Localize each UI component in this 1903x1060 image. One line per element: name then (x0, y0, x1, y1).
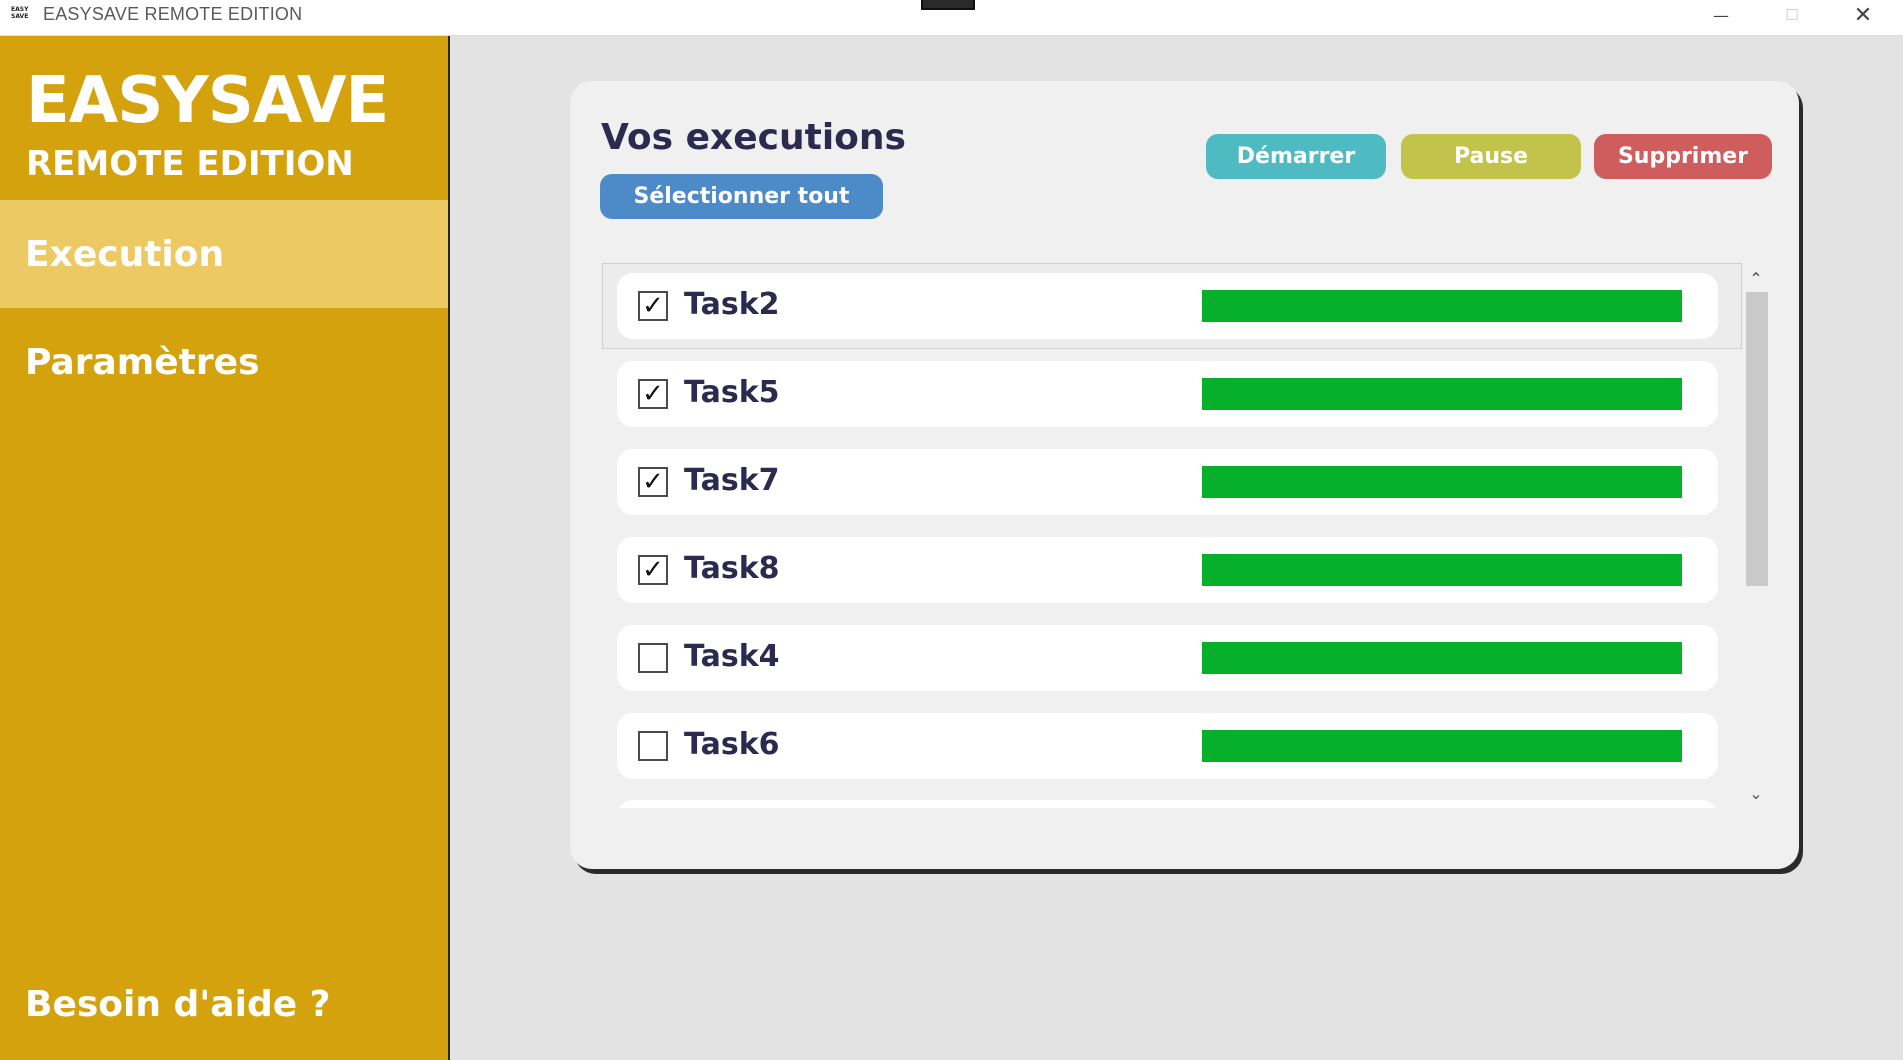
task-progress-fill (1202, 290, 1682, 322)
task-checkbox[interactable]: ✓ (638, 555, 668, 585)
maximize-icon: ☐ (1785, 6, 1799, 24)
logo-line-2: SAVE (11, 13, 29, 20)
task-progress-fill (1202, 554, 1682, 586)
window-titlebar: EASY SAVE EASYSAVE REMOTE EDITION — ☐ ✕ (0, 0, 1903, 36)
minimize-icon: — (1713, 5, 1729, 25)
sidebar-item-execution[interactable]: Execution (0, 200, 448, 308)
task-row[interactable]: Task6 (617, 713, 1718, 779)
sidebar-item-label: Paramètres (25, 341, 260, 383)
task-name: Task8 (684, 551, 780, 586)
sidebar-item-parametres[interactable]: Paramètres (0, 308, 448, 416)
scroll-down-icon[interactable]: ⌄ (1744, 781, 1768, 805)
task-name: Task5 (684, 375, 780, 410)
sidebar-item-label: Execution (25, 233, 225, 275)
delete-button[interactable]: Supprimer (1594, 134, 1772, 179)
task-checkbox[interactable]: ✓ (638, 379, 668, 409)
task-progress-bar (1202, 730, 1682, 762)
help-link[interactable]: Besoin d'aide ? (25, 984, 331, 1025)
task-progress-bar (1202, 290, 1682, 322)
task-progress-fill (1202, 466, 1682, 498)
scroll-thumb[interactable] (1746, 292, 1768, 586)
checkmark-icon: ✓ (642, 291, 664, 321)
brand-subtitle: REMOTE EDITION (26, 144, 354, 184)
task-name: Task7 (684, 463, 780, 498)
select-all-button[interactable]: Sélectionner tout (600, 174, 883, 219)
task-name: Task4 (684, 639, 780, 674)
maximize-button[interactable]: ☐ (1757, 0, 1827, 30)
task-row[interactable]: ✓ Task7 (617, 449, 1718, 515)
task-row[interactable]: Task4 (617, 625, 1718, 691)
pause-button[interactable]: Pause (1401, 134, 1581, 179)
start-button[interactable]: Démarrer (1206, 134, 1386, 179)
executions-card: Vos executions Sélectionner tout Démarre… (570, 81, 1799, 869)
page-title: Vos executions (601, 117, 906, 158)
task-progress-bar (1202, 466, 1682, 498)
task-checkbox[interactable]: ✓ (638, 467, 668, 497)
task-list: ✓ Task2 ✓ Task5 ✓ Task7 ✓ Task8 Task4 Task6 (602, 263, 1766, 808)
checkmark-icon: ✓ (642, 379, 664, 409)
sidebar: EASYSAVE REMOTE EDITION Execution Paramè… (0, 36, 450, 1060)
close-button[interactable]: ✕ (1828, 0, 1898, 30)
scroll-up-icon[interactable]: ⌃ (1744, 266, 1768, 290)
task-row[interactable]: ✓ Task5 (617, 361, 1718, 427)
task-row[interactable]: ✓ Task8 (617, 537, 1718, 603)
task-checkbox[interactable]: ✓ (638, 291, 668, 321)
partial-task-row (617, 800, 1718, 808)
main-content: Vos executions Sélectionner tout Démarre… (450, 36, 1903, 1060)
checkmark-icon: ✓ (642, 555, 664, 585)
brand-title: EASYSAVE (26, 64, 389, 138)
task-progress-fill (1202, 378, 1682, 410)
window-title: EASYSAVE REMOTE EDITION (43, 4, 303, 24)
task-progress-bar (1202, 642, 1682, 674)
checkmark-icon: ✓ (642, 467, 664, 497)
camera-notch (921, 0, 975, 10)
task-progress-bar (1202, 554, 1682, 586)
task-list-scrollbar[interactable]: ⌃ ⌄ (1744, 263, 1768, 808)
task-name: Task2 (684, 287, 780, 322)
close-icon: ✕ (1853, 2, 1873, 28)
task-progress-fill (1202, 730, 1682, 762)
task-progress-bar (1202, 378, 1682, 410)
task-name: Task6 (684, 727, 780, 762)
logo-line-1: EASY (11, 6, 29, 13)
task-checkbox[interactable] (638, 643, 668, 673)
task-progress-fill (1202, 642, 1682, 674)
task-checkbox[interactable] (638, 731, 668, 761)
minimize-button[interactable]: — (1686, 0, 1756, 30)
app-logo-icon: EASY SAVE (11, 6, 33, 28)
task-row[interactable]: ✓ Task2 (617, 273, 1718, 339)
